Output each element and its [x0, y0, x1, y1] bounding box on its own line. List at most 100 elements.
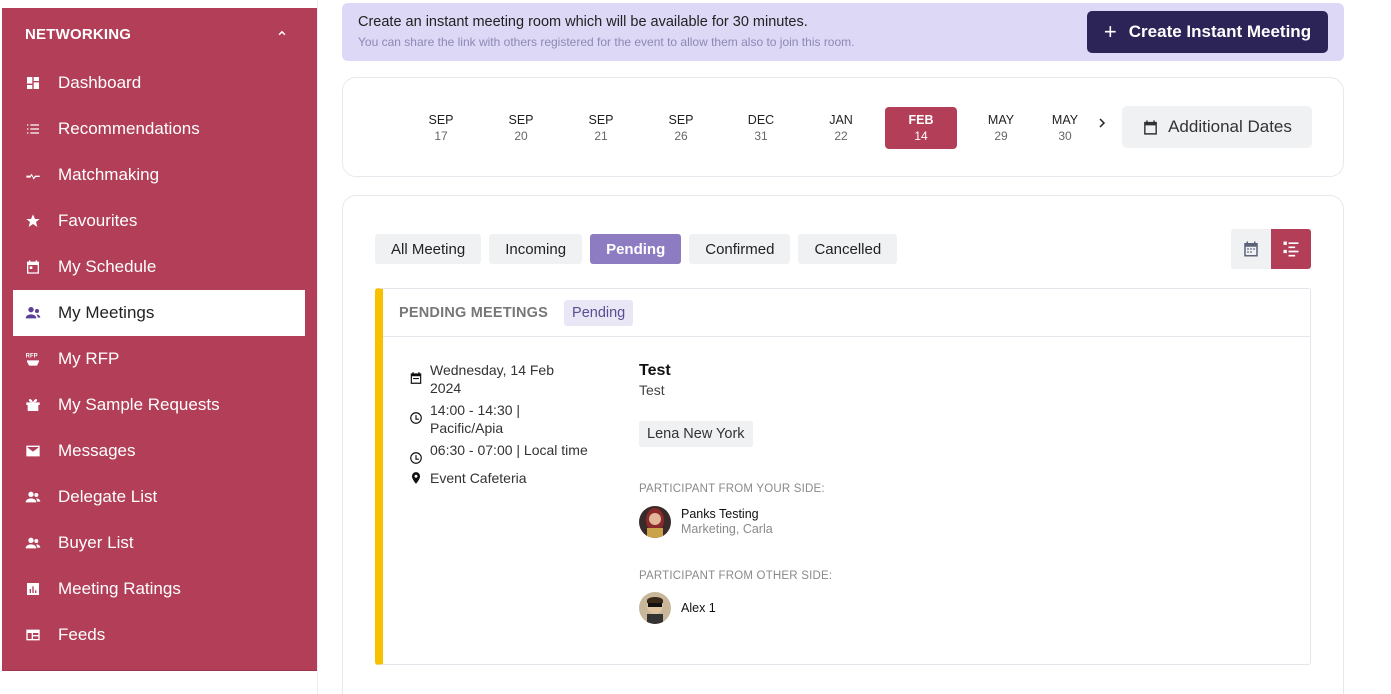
sidebar-item-messages[interactable]: Messages — [2, 428, 317, 474]
participant-text: Panks Testing Marketing, Carla — [681, 507, 773, 537]
pending-meetings-panel: PENDING MEETINGS Pending Wednesday, 14 F… — [375, 288, 1311, 665]
date-selector-card: SEP 17 SEP 20 SEP 21 SEP 26 DEC 31 JAN 22 FEB 1… — [342, 77, 1344, 177]
date-day: 20 — [514, 129, 528, 143]
panel-title: PENDING MEETINGS — [399, 304, 549, 321]
location-pin-icon — [409, 471, 423, 485]
date-day: 22 — [834, 129, 848, 143]
sidebar-item-favourites[interactable]: Favourites — [2, 198, 317, 244]
sidebar-item-matchmaking[interactable]: Matchmaking — [2, 152, 317, 198]
date-month: SEP — [428, 113, 454, 127]
banner-subtitle: You can share the link with others regis… — [358, 35, 855, 49]
chart-icon — [24, 580, 42, 598]
clock-icon — [409, 451, 423, 465]
create-instant-meeting-label: Create Instant Meeting — [1128, 22, 1312, 41]
tab-all-meeting[interactable]: All Meeting — [375, 234, 482, 264]
people-icon — [24, 534, 42, 552]
date-chip-selected[interactable]: FEB 14 — [885, 107, 957, 149]
sidebar-footer-space — [0, 671, 317, 694]
banner-title: Create an instant meeting room which wil… — [358, 14, 808, 30]
date-chip[interactable]: SEP 20 — [485, 107, 557, 149]
date-chip[interactable]: MAY 30 — [1045, 107, 1085, 149]
status-badge: Pending — [564, 299, 634, 326]
divider — [317, 0, 318, 694]
sidebar-item-recommendations[interactable]: Recommendations — [2, 106, 317, 152]
sidebar-item-label: Recommendations — [58, 119, 200, 138]
calendar-icon — [1244, 241, 1258, 257]
tab-cancelled[interactable]: Cancelled — [798, 234, 898, 264]
sidebar-item-label: Buyer List — [58, 533, 134, 552]
plus-icon: + — [1103, 19, 1117, 44]
tab-confirmed[interactable]: Confirmed — [689, 234, 791, 264]
sidebar-item-buyer-list[interactable]: Buyer List — [2, 520, 317, 566]
additional-dates-button[interactable]: Additional Dates — [1122, 106, 1312, 148]
panel-header: PENDING MEETINGS Pending — [383, 289, 1310, 337]
svg-text:RFP: RFP — [26, 354, 38, 360]
star-icon — [24, 212, 42, 230]
participant-role: Marketing, Carla — [681, 522, 773, 536]
sidebar-item-label: Delegate List — [58, 487, 158, 506]
date-list: SEP 17 SEP 20 SEP 21 SEP 26 DEC 31 JAN 22 FEB 1… — [405, 107, 1093, 149]
tab-pending[interactable]: Pending — [590, 234, 682, 264]
chevron-right-icon[interactable] — [1096, 116, 1108, 135]
date-chip[interactable]: DEC 31 — [725, 107, 797, 149]
sidebar-item-label: Favourites — [58, 211, 138, 230]
meetings-card: All Meeting Incoming Pending Confirmed C… — [342, 195, 1344, 694]
meeting-location: Event Cafeteria — [430, 470, 527, 486]
sidebar-section-header[interactable]: NETWORKING — [2, 8, 317, 60]
avatar — [639, 592, 671, 624]
meeting-info: Wednesday, 14 Feb 2024 14:00 - 14:30 | P… — [409, 361, 589, 491]
sidebar-item-dashboard[interactable]: Dashboard — [2, 60, 317, 106]
sidebar-item-meeting-ratings[interactable]: Meeting Ratings — [2, 566, 317, 612]
sidebar-item-my-sample-requests[interactable]: My Sample Requests — [2, 382, 317, 428]
sidebar-item-delegate-list[interactable]: Delegate List — [2, 474, 317, 520]
date-month: MAY — [987, 113, 1015, 127]
sidebar-item-label: Messages — [58, 441, 136, 460]
participant-text: Alex 1 — [681, 601, 716, 616]
date-chip[interactable]: JAN 22 — [805, 107, 877, 149]
sidebar-item-label: My Sample Requests — [58, 395, 220, 414]
sidebar-item-label: Matchmaking — [58, 165, 160, 184]
sidebar-item-my-rfp[interactable]: RFP My RFP — [2, 336, 317, 382]
date-day: 29 — [994, 129, 1008, 143]
date-month: SEP — [668, 113, 694, 127]
feeds-icon — [24, 626, 42, 644]
date-chip[interactable]: MAY 29 — [965, 107, 1037, 149]
sidebar-menu: Dashboard Recommendations Matchmaking Fa… — [2, 60, 317, 658]
sidebar-item-label: Dashboard — [58, 73, 142, 92]
sidebar-item-label: Feeds — [58, 625, 106, 644]
sidebar-item-my-schedule[interactable]: My Schedule — [2, 244, 317, 290]
date-chip[interactable]: SEP 17 — [405, 107, 477, 149]
list-view-button[interactable] — [1271, 229, 1311, 269]
meeting-details: Test Test Lena New York PARTICIPANT FROM… — [639, 361, 1139, 624]
sidebar-item-label: Meeting Ratings — [58, 579, 181, 598]
date-month: FEB — [908, 113, 934, 127]
date-month: DEC — [747, 113, 775, 127]
rfp-icon: RFP — [24, 350, 42, 368]
instant-meeting-banner: Create an instant meeting room which wil… — [342, 3, 1344, 61]
sidebar-item-label: My Schedule — [58, 257, 157, 276]
participant-name: Alex 1 — [681, 600, 716, 615]
date-chip[interactable]: SEP 21 — [565, 107, 637, 149]
calendar-view-button[interactable] — [1231, 229, 1271, 269]
participant-name: Panks Testing — [681, 507, 759, 521]
calendar-icon — [1144, 119, 1157, 135]
dashboard-icon — [24, 74, 42, 92]
sidebar-item-feeds[interactable]: Feeds — [2, 612, 317, 658]
date-month: JAN — [829, 113, 853, 127]
date-chip[interactable]: SEP 26 — [645, 107, 717, 149]
tab-incoming[interactable]: Incoming — [489, 234, 583, 264]
meeting-subtitle: Test — [639, 382, 665, 398]
date-day: 31 — [754, 129, 768, 143]
chevron-up-icon[interactable] — [275, 26, 289, 43]
create-instant-meeting-button[interactable]: + Create Instant Meeting — [1087, 11, 1328, 53]
participant-your-side[interactable]: Panks Testing Marketing, Carla — [639, 506, 773, 538]
mail-icon — [24, 442, 42, 460]
participant-other-side[interactable]: Alex 1 — [639, 592, 716, 624]
calendar-icon — [409, 371, 423, 385]
people-icon — [24, 488, 42, 506]
meeting-location-row: Event Cafeteria — [409, 469, 589, 487]
meeting-time-row: 14:00 - 14:30 | Pacific/Apia — [409, 401, 589, 437]
sidebar-heading: NETWORKING — [25, 25, 132, 43]
calendar-icon — [24, 258, 42, 276]
sidebar-item-my-meetings[interactable]: My Meetings — [13, 290, 305, 336]
